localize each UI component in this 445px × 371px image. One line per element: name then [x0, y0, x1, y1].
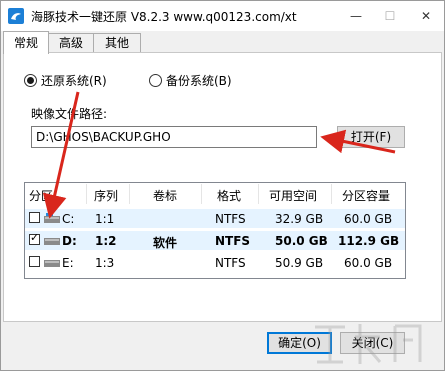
- sequence-cell: 1:1: [95, 212, 115, 226]
- free-space-cell: 50.0 GB: [275, 234, 328, 248]
- tab-general[interactable]: 常规: [3, 31, 49, 54]
- row-checkbox[interactable]: [29, 231, 40, 245]
- maximize-button[interactable]: ☐: [373, 1, 407, 31]
- drive-icon: [44, 260, 60, 267]
- table-row[interactable]: E: 1:3 NTFS 50.9 GB 60.0 GB: [25, 253, 405, 272]
- maximize-icon: ☐: [384, 9, 396, 23]
- ok-button[interactable]: 确定(O): [267, 332, 332, 354]
- title-bar: 海豚技术一键还原 V8.2.3 www.q00123.com/xt — ☐ ✕: [1, 1, 444, 31]
- table-row[interactable]: C: 1:1 NTFS 32.9 GB 60.0 GB: [25, 209, 405, 228]
- header-capacity[interactable]: 分区容量: [342, 187, 390, 204]
- close-window-button[interactable]: ✕: [409, 1, 443, 31]
- open-file-button[interactable]: 打开(F): [337, 126, 405, 148]
- tab-strip: 常规 高级 其他: [1, 31, 444, 54]
- minimize-button[interactable]: —: [339, 1, 373, 31]
- restore-system-label: 还原系统(R): [41, 74, 107, 88]
- capacity-cell: 60.0 GB: [344, 256, 393, 270]
- sequence-cell: 1:2: [95, 234, 117, 248]
- free-space-cell: 32.9 GB: [275, 212, 324, 226]
- column-divider: [258, 184, 259, 204]
- header-sequence[interactable]: 序列: [94, 187, 118, 204]
- drive-letter: E:: [62, 256, 74, 270]
- table-row[interactable]: D: 1:2 软件 NTFS 50.0 GB 112.9 GB: [25, 231, 405, 250]
- row-checkbox[interactable]: [29, 256, 40, 267]
- image-path-input[interactable]: D:\GHOS\BACKUP.GHO: [31, 126, 317, 148]
- radio-indicator: [24, 74, 37, 87]
- header-partition[interactable]: 分区: [29, 187, 53, 204]
- capacity-cell: 60.0 GB: [344, 212, 393, 226]
- volume-label-cell: 软件: [153, 236, 178, 250]
- window-title: 海豚技术一键还原 V8.2.3 www.q00123.com/xt: [31, 10, 297, 24]
- tab-other[interactable]: 其他: [93, 33, 141, 52]
- format-cell: NTFS: [215, 256, 246, 270]
- close-icon: ✕: [420, 9, 432, 23]
- app-window: 海豚技术一键还原 V8.2.3 www.q00123.com/xt — ☐ ✕ …: [0, 0, 445, 371]
- backup-system-label: 备份系统(B): [166, 74, 232, 88]
- dolphin-app-icon: [8, 8, 24, 24]
- sequence-cell: 1:3: [95, 256, 115, 270]
- column-divider: [129, 184, 130, 204]
- backup-system-radio[interactable]: 备份系统(B): [149, 72, 232, 89]
- column-divider: [86, 184, 87, 204]
- header-format[interactable]: 格式: [217, 187, 241, 204]
- capacity-cell: 112.9 GB: [338, 234, 400, 248]
- windows-drive-icon: [44, 213, 60, 223]
- format-cell: NTFS: [215, 234, 251, 248]
- header-free-space[interactable]: 可用空间: [269, 187, 317, 204]
- image-path-label: 映像文件路径:: [31, 107, 108, 121]
- column-divider: [331, 184, 332, 204]
- tab-advanced[interactable]: 高级: [47, 33, 95, 52]
- drive-letter: C:: [62, 212, 75, 226]
- restore-system-radio[interactable]: 还原系统(R): [24, 72, 107, 89]
- column-divider: [201, 184, 202, 204]
- close-button[interactable]: 关闭(C): [340, 332, 405, 354]
- header-volume-label[interactable]: 卷标: [153, 187, 177, 204]
- drive-letter: D:: [62, 234, 77, 248]
- radio-indicator: [149, 74, 162, 87]
- free-space-cell: 50.9 GB: [275, 256, 324, 270]
- format-cell: NTFS: [215, 212, 246, 226]
- minimize-icon: —: [350, 9, 362, 23]
- row-checkbox[interactable]: [29, 212, 40, 223]
- drive-icon: [44, 238, 60, 245]
